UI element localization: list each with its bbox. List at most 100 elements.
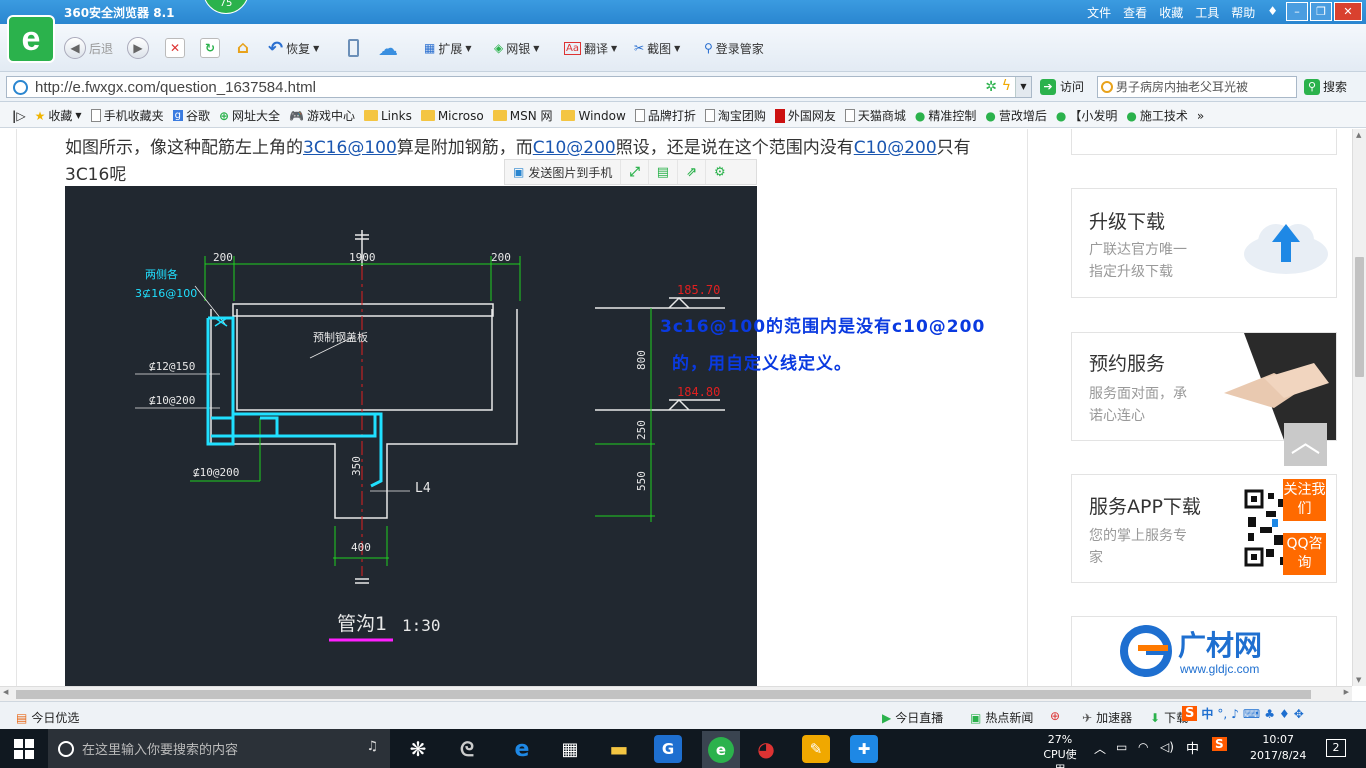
scroll-up-icon[interactable]: ▲ (1356, 131, 1361, 139)
accelerator-button[interactable]: ✈ 加速器 (1082, 709, 1132, 726)
bookmark-precise[interactable]: ● 精准控制 (915, 107, 977, 124)
gear-icon[interactable]: ⚙ (706, 160, 734, 184)
cpu-usage[interactable]: 27% CPU使用 (1040, 732, 1080, 768)
microphone-icon[interactable]: ♫ (366, 739, 378, 754)
lightning-icon[interactable]: ϟ (1002, 78, 1011, 94)
url-dropdown-icon[interactable]: ▼ (1015, 77, 1031, 97)
bookmark-invention[interactable]: ● 【小发明 (1056, 107, 1118, 124)
vertical-scrollbar[interactable]: ▲ ▼ (1352, 129, 1366, 686)
bookmark-google[interactable]: g 谷歌 (172, 107, 210, 124)
search-button[interactable]: ⚲ 搜索 (1304, 78, 1347, 95)
screenshot-button[interactable]: ✂ 截图 ▼ (634, 36, 680, 60)
back-button[interactable]: ◀ 后退 (64, 36, 113, 60)
horizontal-scroll-thumb[interactable] (16, 690, 1311, 699)
bookmark-hao[interactable]: ⊕ 网址大全 (219, 107, 280, 124)
sogou-tray-icon[interactable]: S (1212, 737, 1227, 751)
horizontal-scrollbar[interactable]: ◀ ▶ (0, 686, 1352, 701)
shirt-icon[interactable]: ♦ (1267, 4, 1278, 21)
sidebar-card-upgrade[interactable]: 升级下载 广联达官方唯一 指定升级下载 (1071, 188, 1337, 298)
edge-icon[interactable]: e (508, 735, 536, 763)
more-bookmarks-icon[interactable]: » (1197, 107, 1204, 124)
clock[interactable]: 10:07 2017/8/24 (1250, 732, 1306, 764)
qq-consult-button[interactable]: QQ咨询 (1283, 533, 1326, 575)
netbank-button[interactable]: ◈ 网银 ▼ (494, 36, 539, 60)
bookmark-taobao[interactable]: 淘宝团购 (704, 107, 766, 124)
notification-center-icon[interactable]: 2 (1326, 739, 1346, 757)
sogou-ime-bar[interactable]: S 中 °, ♪ ⌨ ♣ ♦ ✥ (1182, 705, 1304, 722)
today-live-button[interactable]: ▶ 今日直播 (882, 709, 943, 726)
today-pick-button[interactable]: ▤ 今日优选 (16, 709, 79, 726)
link-c10-b[interactable]: C10@200 (854, 138, 937, 158)
url-text[interactable]: http://e.fwxgx.com/question_1637584.html (35, 79, 316, 96)
bookmark-microsoft[interactable]: Microso (420, 107, 484, 124)
cloud-button[interactable]: ☁ (378, 36, 398, 60)
task-view-icon[interactable]: ❋ (404, 735, 432, 763)
volume-icon[interactable]: ◁) (1160, 740, 1174, 754)
close-button[interactable]: ✕ (1334, 2, 1362, 21)
extend-button[interactable]: ▦ 扩展 ▼ (424, 36, 472, 60)
back-to-top-button[interactable]: ︿ (1284, 423, 1327, 466)
menu-file[interactable]: 文件 (1087, 4, 1111, 21)
save-icon[interactable]: ▤ (649, 160, 679, 184)
menu-tools[interactable]: 工具 (1195, 4, 1219, 21)
go-button[interactable]: ➔ 访问 (1040, 78, 1084, 95)
restore-tabs-button[interactable]: ↶ 恢复 ▼ (268, 36, 319, 60)
translate-button[interactable]: Aa 翻译 ▼ (564, 36, 617, 60)
sidebar-card-gldjc[interactable]: 广材网 www.gldjc.com (1071, 616, 1337, 686)
compat-mode-icon[interactable]: ✲ (985, 79, 997, 95)
login-manager-button[interactable]: ⚲ 登录管家 (704, 36, 764, 60)
sidebar-card-top[interactable] (1071, 129, 1337, 155)
link-c10-a[interactable]: C10@200 (533, 138, 616, 158)
bookmark-windows[interactable]: Window (561, 107, 626, 124)
bookmark-brand[interactable]: 品牌打折 (634, 107, 696, 124)
link-3c16[interactable]: 3C16@100 (303, 138, 397, 158)
minimize-button[interactable]: – (1286, 2, 1308, 21)
bookmark-construction[interactable]: ● 施工技术 (1126, 107, 1188, 124)
cad-app-icon[interactable]: ◕ (752, 735, 780, 763)
bookmark-games[interactable]: 🎮 游戏中心 (289, 107, 355, 124)
glodon-app-icon[interactable]: G (654, 735, 682, 763)
wifi-icon[interactable]: ◠ (1138, 740, 1148, 754)
app-swirl-icon[interactable]: ᘓ (453, 735, 481, 763)
fullscreen-icon[interactable]: ⤢ (621, 160, 649, 184)
ime-indicator[interactable]: 中 (1186, 738, 1199, 757)
browser-logo-icon[interactable]: e (7, 15, 55, 63)
follow-us-button[interactable]: 关注我们 (1283, 479, 1326, 521)
vertical-scroll-thumb[interactable] (1355, 257, 1364, 377)
network-icon[interactable]: ▭ (1116, 740, 1127, 754)
windows-start-icon[interactable] (14, 739, 34, 759)
tray-expand-icon[interactable]: ︿ (1094, 740, 1106, 757)
bookmark-mobile[interactable]: 手机收藏夹 (90, 107, 164, 124)
hot-news-button[interactable]: ▣ 热点新闻 (970, 709, 1033, 726)
bookmark-favorites[interactable]: ★ 收藏 ▼ (35, 107, 82, 124)
scroll-left-icon[interactable]: ◀ (3, 688, 8, 696)
url-field[interactable]: http://e.fwxgx.com/question_1637584.html… (6, 76, 1032, 98)
sidebar-toggle-icon[interactable]: |▷ (12, 107, 26, 124)
bookmark-vat[interactable]: ● 营改增后 (985, 107, 1047, 124)
notes-app-icon[interactable]: ✎ (802, 735, 830, 763)
record-icon[interactable]: ⊕ (1050, 709, 1060, 723)
refresh-button[interactable]: ↻ (200, 36, 220, 60)
bookmark-foreign[interactable]: 外国网友 (774, 107, 836, 124)
taskbar-search-input[interactable]: 在这里输入你要搜索的内容 ♫ (48, 729, 390, 768)
forward-button[interactable]: ▶ (127, 36, 149, 60)
scroll-right-icon[interactable]: ▶ (1344, 688, 1349, 696)
share-icon[interactable]: ⇗ (678, 160, 706, 184)
scroll-down-icon[interactable]: ▼ (1356, 676, 1361, 684)
browser-360-task[interactable]: e (702, 731, 740, 768)
search-input[interactable]: 男子病房内抽老父耳光被 (1097, 76, 1297, 98)
file-explorer-icon[interactable]: ▬ (605, 735, 633, 763)
restore-button[interactable]: ❐ (1310, 2, 1332, 21)
teamviewer-icon[interactable]: ✚ (850, 735, 878, 763)
stop-button[interactable]: ✕ (165, 36, 185, 60)
menu-help[interactable]: 帮助 (1231, 4, 1255, 21)
menu-view[interactable]: 查看 (1123, 4, 1147, 21)
bookmark-msn[interactable]: MSN 网 (492, 107, 552, 124)
bookmark-tmall[interactable]: 天猫商城 (844, 107, 906, 124)
send-to-phone-button[interactable]: ▣ 发送图片到手机 (505, 160, 622, 184)
phone-button[interactable] (348, 36, 359, 60)
menu-favorites[interactable]: 收藏 (1159, 4, 1183, 21)
home-button[interactable]: ⌂ (233, 36, 253, 60)
bookmark-links[interactable]: Links (364, 107, 412, 124)
store-icon[interactable]: ▦ (556, 735, 584, 763)
